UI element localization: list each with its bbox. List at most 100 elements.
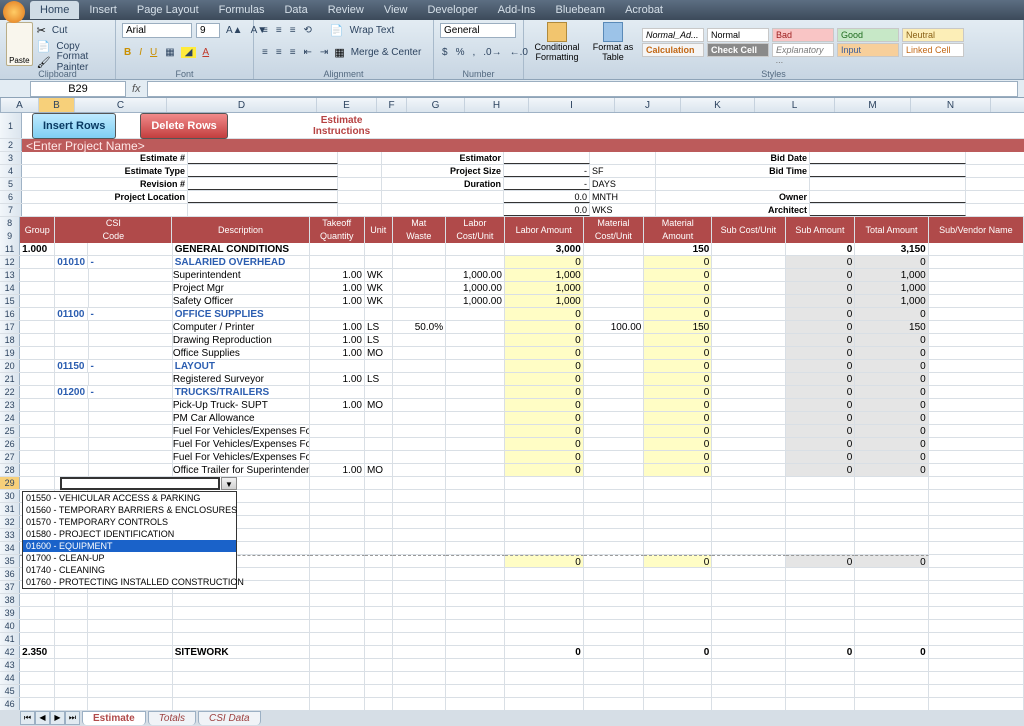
cell[interactable] (855, 529, 928, 541)
cell[interactable] (644, 477, 712, 489)
cell[interactable] (446, 425, 505, 437)
sheet-tab-csi-data[interactable]: CSI Data (198, 711, 261, 725)
cell[interactable]: 0 (505, 386, 584, 398)
cell[interactable]: 3,000 (505, 243, 584, 255)
cell[interactable] (173, 659, 310, 671)
cell-style-option[interactable]: Normal (707, 28, 769, 42)
header-field[interactable] (188, 165, 338, 177)
cell[interactable]: 0 (644, 646, 712, 658)
cell[interactable] (393, 555, 446, 567)
cell[interactable]: 0 (505, 373, 584, 385)
cell[interactable] (644, 698, 712, 710)
cell[interactable]: 0 (505, 646, 584, 658)
row-header[interactable]: 45 (0, 685, 20, 697)
cell[interactable] (712, 698, 785, 710)
table-column-header[interactable]: MatWaste (393, 217, 446, 243)
align-left-button[interactable]: ≡ (260, 47, 270, 58)
row-header[interactable]: 41 (0, 633, 20, 645)
number-format-picker[interactable] (440, 23, 516, 38)
cell[interactable] (929, 321, 1024, 333)
header-field[interactable]: Architect (656, 204, 810, 216)
header-field[interactable] (656, 178, 810, 190)
cell[interactable]: SITEWORK (173, 646, 310, 658)
header-field[interactable]: Duration (382, 178, 504, 190)
cell[interactable]: PM Car Allowance (173, 412, 310, 424)
cell[interactable] (55, 334, 88, 346)
cell[interactable] (929, 581, 1024, 593)
dropdown-option[interactable]: 01570 - TEMPORARY CONTROLS (23, 516, 236, 528)
cell[interactable] (88, 685, 172, 697)
cell[interactable] (644, 516, 712, 528)
header-field[interactable] (382, 204, 504, 216)
cell[interactable]: Superintendent (173, 269, 310, 281)
cell[interactable] (712, 503, 785, 515)
cell[interactable]: 0 (855, 308, 928, 320)
currency-button[interactable]: $ (440, 47, 450, 58)
cell[interactable] (446, 373, 505, 385)
cell[interactable] (88, 698, 172, 710)
cell[interactable]: 0 (855, 373, 928, 385)
cell[interactable] (310, 633, 365, 645)
cell[interactable] (20, 451, 55, 463)
header-field[interactable] (188, 191, 338, 203)
cell[interactable] (712, 360, 785, 372)
cell[interactable] (584, 672, 645, 684)
cell[interactable] (644, 633, 712, 645)
cell[interactable] (584, 633, 645, 645)
cell[interactable] (855, 620, 928, 632)
ribbon-tab-home[interactable]: Home (30, 1, 79, 19)
cell[interactable] (505, 607, 584, 619)
cell[interactable] (446, 659, 505, 671)
cell[interactable] (929, 373, 1024, 385)
cell[interactable] (365, 594, 393, 606)
cell[interactable] (393, 516, 446, 528)
estimate-instructions-link[interactable]: EstimateInstructions (313, 115, 370, 137)
cell[interactable] (644, 503, 712, 515)
cell[interactable] (20, 308, 55, 320)
row-header[interactable]: 43 (0, 659, 20, 671)
cell[interactable] (393, 659, 446, 671)
cell[interactable] (505, 568, 584, 580)
table-column-header[interactable]: LaborCost/Unit (446, 217, 505, 243)
cell[interactable] (712, 438, 785, 450)
cell[interactable] (929, 555, 1024, 567)
dropdown-option[interactable]: 01580 - PROJECT IDENTIFICATION (23, 528, 236, 540)
cell[interactable]: 0 (786, 451, 856, 463)
cell[interactable] (365, 256, 393, 268)
cell[interactable] (644, 542, 712, 554)
merge-center-button[interactable]: Merge & Center (349, 47, 424, 58)
spreadsheet-grid[interactable]: 1Insert RowsDelete RowsEstimateInstructi… (0, 113, 1024, 710)
cell[interactable] (712, 685, 785, 697)
cell-style-option[interactable]: Bad (772, 28, 834, 42)
cell[interactable] (88, 646, 172, 658)
row-header[interactable]: 39 (0, 607, 20, 619)
cell[interactable]: 1,000 (855, 282, 928, 294)
cell[interactable] (786, 659, 856, 671)
cell[interactable]: 0 (505, 308, 584, 320)
cell[interactable] (310, 672, 365, 684)
cell[interactable] (20, 438, 55, 450)
cell[interactable] (365, 620, 393, 632)
cell[interactable] (584, 555, 645, 567)
col-header-F[interactable]: F (377, 98, 407, 112)
dropdown-option[interactable]: 01550 - VEHICULAR ACCESS & PARKING (23, 492, 236, 504)
cell[interactable] (55, 633, 88, 645)
cell[interactable] (393, 685, 446, 697)
cell[interactable]: 0 (505, 555, 584, 567)
cell[interactable] (20, 620, 55, 632)
cell[interactable] (310, 568, 365, 580)
cell[interactable] (446, 438, 505, 450)
col-header-O[interactable]: O (991, 98, 1024, 112)
cell[interactable] (712, 308, 785, 320)
active-cell-selection[interactable] (60, 477, 220, 490)
cell[interactable]: 0 (644, 438, 712, 450)
align-right-button[interactable]: ≡ (288, 47, 298, 58)
row-header[interactable]: 30 (0, 490, 20, 502)
cell[interactable] (584, 451, 645, 463)
cell[interactable] (505, 672, 584, 684)
cell[interactable] (310, 243, 365, 255)
cell[interactable] (365, 529, 393, 541)
cell[interactable] (89, 438, 173, 450)
cell[interactable] (855, 477, 928, 489)
cell[interactable]: 0 (786, 321, 856, 333)
